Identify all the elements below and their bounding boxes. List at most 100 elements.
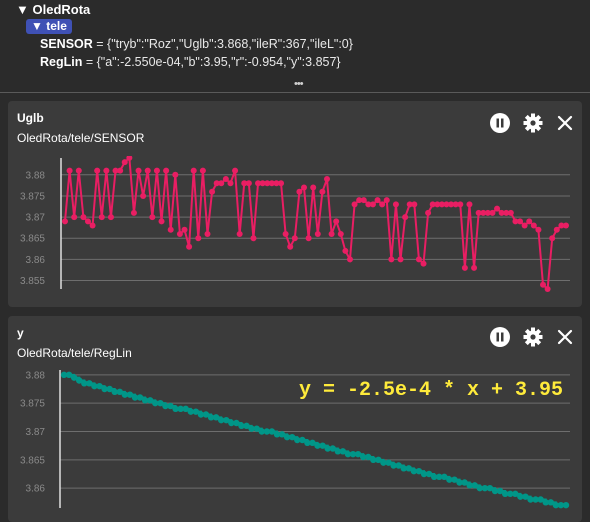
- data-point: [287, 243, 294, 250]
- tree-node-oledrota[interactable]: ▼ OledRota: [16, 2, 90, 17]
- pause-icon[interactable]: [489, 112, 511, 134]
- data-point: [130, 209, 137, 216]
- panel-title: Uglb: [17, 111, 44, 125]
- data-point: [346, 256, 353, 263]
- data-point: [535, 226, 542, 233]
- tick-label: 3.88: [26, 370, 46, 381]
- data-point: [121, 159, 128, 166]
- data-point: [420, 260, 427, 267]
- data-point: [540, 281, 547, 288]
- data-point: [319, 188, 326, 195]
- tick-label: 3.86: [26, 255, 46, 266]
- data-point: [172, 171, 179, 178]
- data-point: [140, 192, 147, 199]
- data-point: [471, 264, 478, 271]
- data-point: [222, 176, 229, 183]
- tree-leaf-value: {"tryb":"Roz","Uglb":3.868,"ileR":367,"i…: [107, 37, 353, 51]
- data-point: [218, 180, 225, 187]
- chart-panel-uglb: Uglb OledRota/tele/SENSOR 3.88 3.875 3.87 3…: [8, 101, 582, 307]
- data-point: [342, 247, 349, 254]
- data-point: [374, 197, 381, 204]
- tree-leaf-value: {"a":-2.550e-04,"b":3.95,"r":-0.954,"y":…: [96, 55, 341, 69]
- data-point: [392, 201, 399, 208]
- tree-node-label: tele: [46, 19, 67, 33]
- data-point: [337, 231, 344, 238]
- data-point: [149, 214, 156, 221]
- data-point: [117, 167, 124, 174]
- tick-label: 3.875: [20, 399, 45, 410]
- tree-leaf-reglin[interactable]: RegLin = {"a":-2.550e-04,"b":3.95,"r":-0…: [40, 55, 341, 69]
- data-point: [310, 184, 317, 191]
- data-point: [66, 167, 73, 174]
- data-point: [333, 218, 340, 225]
- data-point: [163, 167, 170, 174]
- panel-title: y: [17, 326, 24, 340]
- data-point: [84, 218, 91, 225]
- data-point: [135, 167, 142, 174]
- tick-label: 3.86: [26, 484, 46, 495]
- data-point: [388, 256, 395, 263]
- data-point: [351, 201, 358, 208]
- data-point: [107, 214, 114, 221]
- data-point: [153, 167, 160, 174]
- data-point: [204, 231, 211, 238]
- data-point: [278, 180, 285, 187]
- tick-label: 3.87: [26, 213, 46, 224]
- data-point: [296, 188, 303, 195]
- data-point: [190, 167, 197, 174]
- chart-panel-y: y OledRota/tele/RegLin 3.88 3.875 3.87 3.86…: [8, 316, 582, 522]
- tree-node-tele[interactable]: ▼ tele: [26, 19, 72, 34]
- tick-label: 3.87: [26, 427, 46, 438]
- data-point: [369, 201, 376, 208]
- tree-leaf-sensor[interactable]: SENSOR = {"tryb":"Roz","Uglb":3.868,"ile…: [40, 37, 353, 51]
- more-icon[interactable]: •••: [294, 78, 304, 90]
- tick-label: 3.865: [20, 234, 45, 245]
- data-point: [457, 201, 464, 208]
- data-point: [526, 218, 533, 225]
- tick-label: 3.865: [20, 455, 45, 466]
- series-line: [64, 156, 566, 292]
- tree-leaf-key: RegLin: [40, 55, 83, 69]
- data-point: [379, 201, 386, 208]
- data-point: [411, 201, 418, 208]
- data-point: [227, 180, 234, 187]
- tree-leaf-key: SENSOR: [40, 37, 93, 51]
- data-point: [301, 184, 308, 191]
- pause-icon[interactable]: [489, 326, 511, 348]
- tick-label: 3.855: [20, 276, 45, 287]
- data-point: [521, 222, 528, 229]
- data-point: [517, 218, 524, 225]
- data-point: [562, 501, 570, 509]
- data-point: [62, 218, 68, 225]
- data-point: [489, 209, 496, 216]
- gear-icon[interactable]: [522, 326, 544, 348]
- data-point: [323, 176, 330, 183]
- gear-icon[interactable]: [522, 112, 544, 134]
- tick-label: 3.88: [26, 170, 46, 181]
- tree-node-label: OledRota: [32, 2, 91, 17]
- data-point: [75, 167, 82, 174]
- chart-uglb: 3.88 3.875 3.87 3.865 3.86 3.855: [20, 156, 570, 292]
- data-point: [397, 256, 404, 263]
- data-point: [507, 209, 514, 216]
- close-icon[interactable]: [554, 112, 576, 134]
- data-point: [553, 226, 560, 233]
- regression-formula: y = -2.5e-4 * x + 3.95: [299, 379, 563, 402]
- data-point: [383, 197, 390, 204]
- data-point: [314, 231, 321, 238]
- close-icon[interactable]: [554, 326, 576, 348]
- data-point: [167, 226, 174, 233]
- data-point: [94, 167, 101, 174]
- data-point: [195, 235, 202, 242]
- panel-topic: OledRota/tele/SENSOR: [17, 131, 145, 145]
- data-point: [291, 235, 298, 242]
- data-point: [186, 243, 193, 250]
- chart-y: 3.88 3.875 3.87 3.865 3.86 y = -2.5e-4 * x + …: [20, 370, 570, 509]
- data-point: [89, 222, 96, 229]
- data-point: [103, 167, 110, 174]
- data-point: [494, 205, 501, 212]
- data-point: [232, 167, 239, 174]
- data-point: [461, 264, 468, 271]
- topic-tree: ▼ OledRota ▼ tele SENSOR = {"tryb":"Roz"…: [0, 0, 590, 93]
- data-point: [176, 231, 183, 238]
